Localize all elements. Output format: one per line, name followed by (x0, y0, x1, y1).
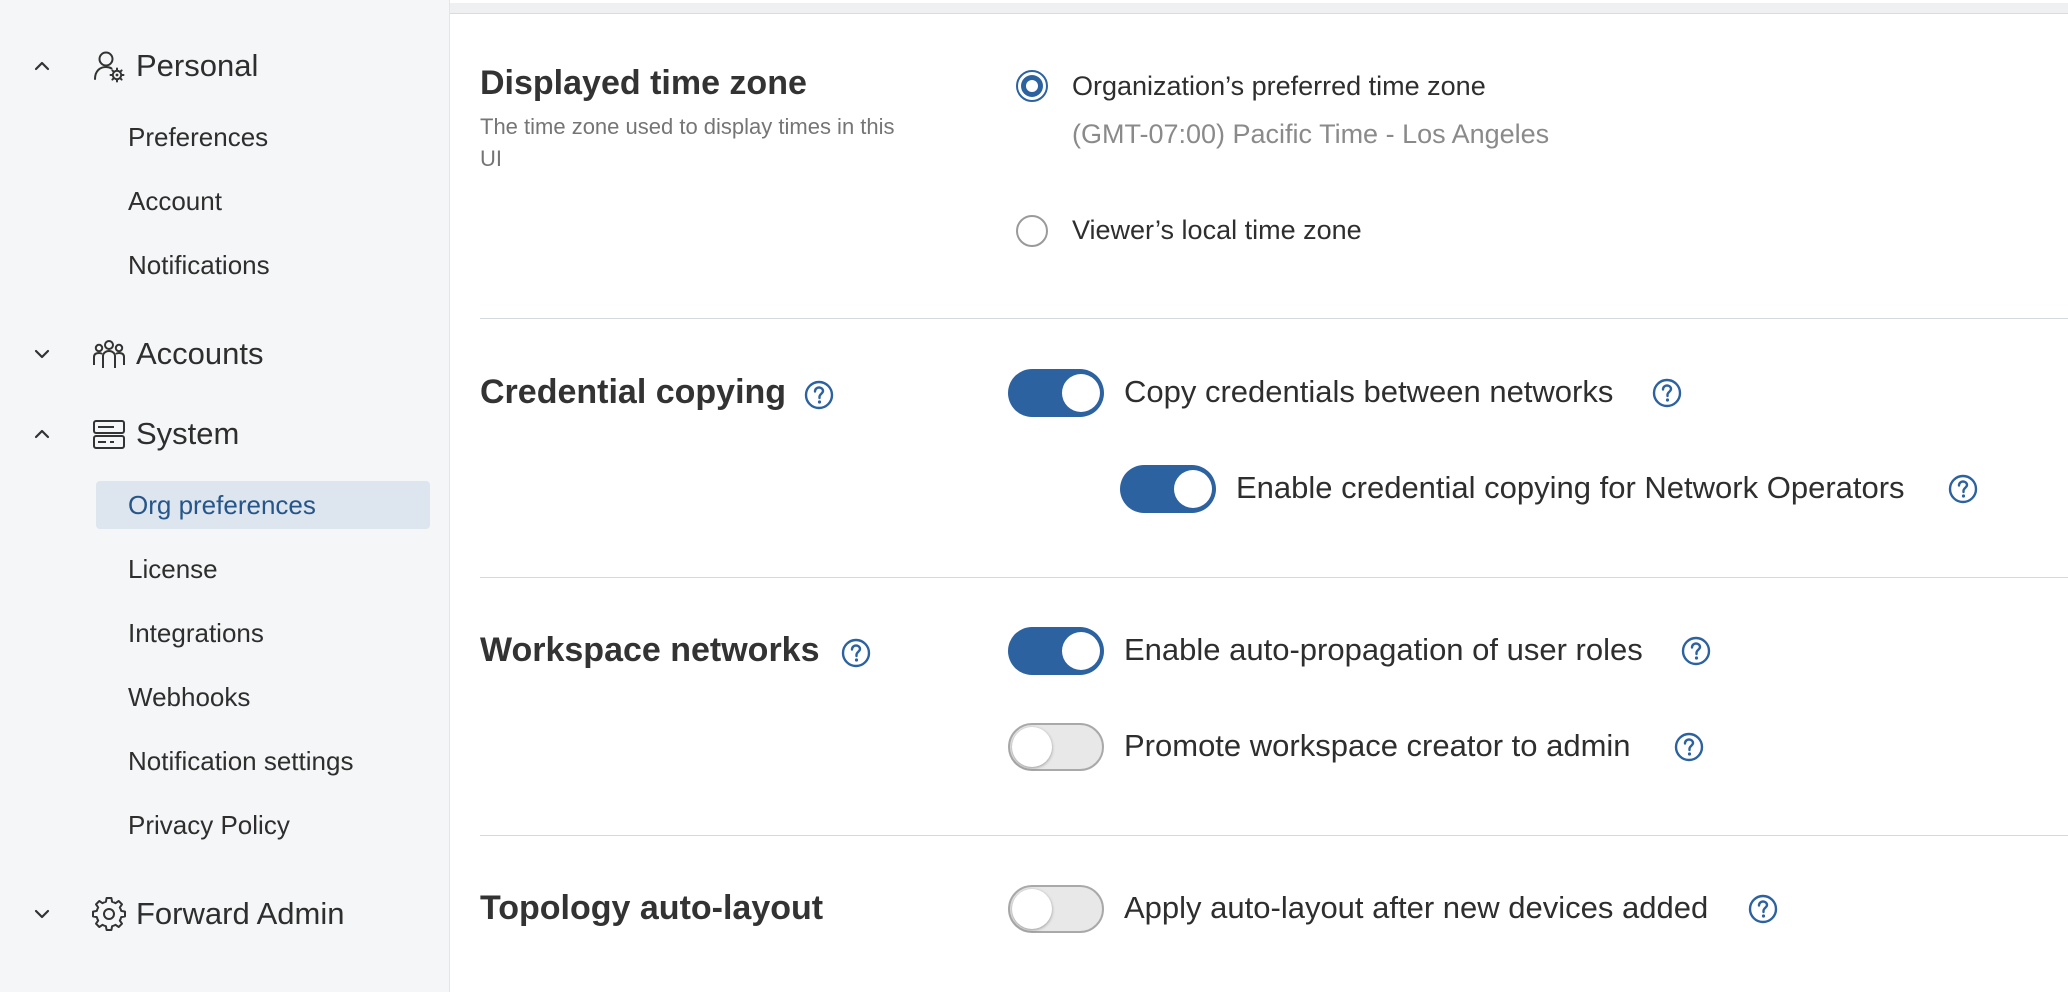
chevron-down-icon (34, 909, 50, 919)
users-group-icon (93, 340, 125, 368)
sidebar-item-label: Org preferences (128, 490, 316, 520)
nav-group-accounts[interactable]: Accounts (0, 330, 449, 378)
settings-sidebar: Personal Preferences Account Notificatio… (0, 0, 450, 992)
sidebar-item-label: Privacy Policy (128, 810, 290, 840)
section-divider (480, 577, 2068, 578)
help-icon[interactable] (841, 638, 871, 668)
option-label-org-time-zone: Organization’s preferred time zone (1072, 71, 1486, 101)
section-subtitle-time-zone: The time zone used to display times in t… (480, 114, 895, 171)
chevron-up-icon (34, 61, 50, 71)
section-divider (480, 318, 2068, 319)
section-title-credential-copying: Credential copying (480, 373, 787, 411)
toggle-label-auto-propagation-user-roles: Enable auto-propagation of user roles (1124, 632, 1643, 667)
nav-group-forward-admin[interactable]: Forward Admin (0, 890, 449, 938)
sidebar-item-label: License (128, 554, 218, 584)
gear-icon (92, 897, 126, 931)
nav-group-personal[interactable]: Personal (0, 42, 449, 90)
toggle-knob (1012, 727, 1052, 767)
sidebar-item-org-preferences[interactable]: Org preferences (96, 481, 430, 529)
toggle-knob (1012, 889, 1052, 929)
sidebar-item-label: Account (128, 186, 222, 216)
nav-group-label: Personal (136, 48, 259, 83)
section-title-topology-auto-layout: Topology auto-layout (480, 889, 824, 927)
toggle-auto-propagation-user-roles[interactable] (1008, 627, 1104, 675)
sidebar-item-webhooks[interactable]: Webhooks (96, 673, 430, 721)
toggle-knob (1062, 374, 1100, 412)
help-icon[interactable] (1681, 636, 1711, 666)
help-icon[interactable] (1748, 894, 1778, 924)
user-gear-icon (94, 51, 125, 83)
toggle-knob (1174, 470, 1212, 508)
sidebar-item-preferences[interactable]: Preferences (96, 113, 430, 161)
option-detail-org-time-zone: (GMT-07:00) Pacific Time - Los Angeles (1072, 119, 1550, 149)
sidebar-item-label: Webhooks (128, 682, 251, 712)
nav-group-label: Forward Admin (136, 896, 345, 931)
radio-viewer-time-zone[interactable] (1016, 215, 1048, 247)
toggle-label-credential-copying-network-operators: Enable credential copying for Network Op… (1236, 470, 1905, 505)
toggle-credential-copying-network-operators[interactable] (1120, 465, 1216, 513)
sidebar-item-privacy-policy[interactable]: Privacy Policy (96, 801, 430, 849)
sidebar-item-label: Preferences (128, 122, 269, 152)
chevron-up-icon (34, 429, 50, 439)
toggle-knob (1062, 632, 1100, 670)
toggle-apply-auto-layout[interactable] (1008, 885, 1104, 933)
sidebar-item-label: Notifications (128, 250, 270, 280)
sidebar-item-notification-settings[interactable]: Notification settings (96, 737, 430, 785)
help-icon[interactable] (1674, 732, 1704, 762)
toggle-label-promote-workspace-creator: Promote workspace creator to admin (1124, 728, 1631, 763)
sidebar-item-integrations[interactable]: Integrations (96, 609, 430, 657)
toggle-copy-credentials[interactable] (1008, 369, 1104, 417)
sidebar-item-notifications[interactable]: Notifications (96, 241, 430, 289)
nav-group-label: System (136, 416, 240, 451)
sidebar-item-label: Integrations (128, 618, 264, 648)
radio-org-time-zone[interactable] (1016, 70, 1048, 102)
nav-group-system[interactable]: System (0, 410, 449, 458)
section-divider (480, 835, 2068, 836)
chevron-down-icon (34, 349, 50, 359)
server-icon (93, 420, 125, 449)
option-label-viewer-time-zone: Viewer’s local time zone (1072, 215, 1362, 245)
toggle-label-apply-auto-layout: Apply auto-layout after new devices adde… (1124, 890, 1709, 925)
nav-group-label: Accounts (136, 336, 264, 371)
toggle-label-copy-credentials: Copy credentials between networks (1124, 374, 1614, 409)
sidebar-item-account[interactable]: Account (96, 177, 430, 225)
section-title-workspace-networks: Workspace networks (480, 631, 820, 669)
sidebar-item-label: Notification settings (128, 746, 354, 776)
help-icon[interactable] (1652, 378, 1682, 408)
toggle-promote-workspace-creator[interactable] (1008, 723, 1104, 771)
section-title-time-zone: Displayed time zone (480, 64, 807, 102)
sidebar-item-license[interactable]: License (96, 545, 430, 593)
help-icon[interactable] (804, 380, 834, 410)
content-header-edge (450, 3, 2068, 14)
help-icon[interactable] (1948, 474, 1978, 504)
